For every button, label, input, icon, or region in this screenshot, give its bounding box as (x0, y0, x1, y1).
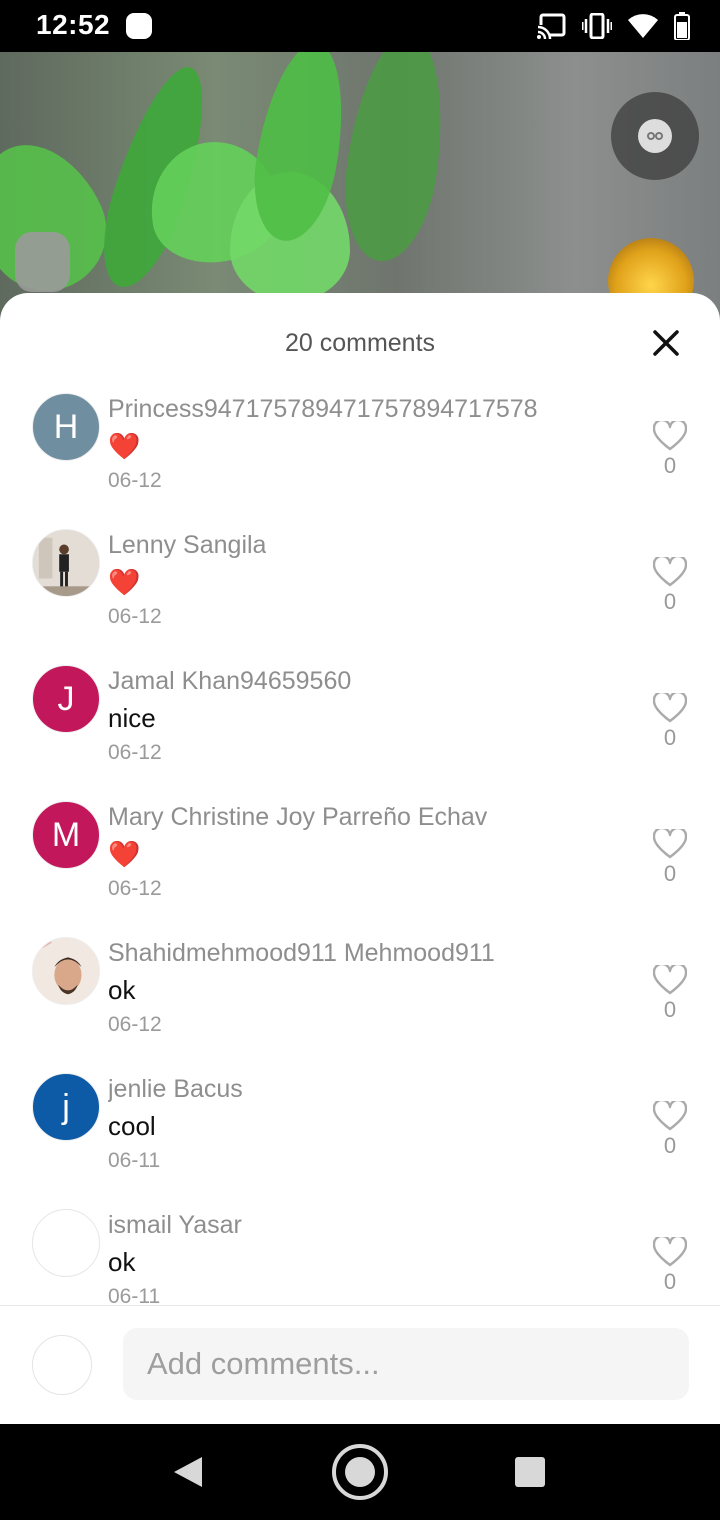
comment-text: ok (108, 1247, 136, 1277)
like-count: 0 (663, 861, 677, 886)
like-count: 0 (663, 997, 677, 1022)
status-bar: 12:52 (0, 0, 720, 52)
heart-outline-icon (653, 557, 687, 587)
comment-author[interactable]: Lenny Sangila (108, 531, 266, 560)
comment-author[interactable]: Jamal Khan94659560 (108, 667, 351, 696)
vibrate-icon (582, 13, 612, 39)
like-button[interactable]: 0 (648, 829, 692, 887)
like-count: 0 (663, 589, 677, 614)
comment-text: ❤️ (108, 567, 141, 597)
comment-text: nice (108, 703, 156, 733)
comment-text: cool (108, 1111, 156, 1141)
comment-date: 06-11 (108, 1285, 161, 1305)
avatar[interactable]: J (32, 665, 100, 733)
heart-outline-icon (653, 693, 687, 723)
comment-author[interactable]: Mary Christine Joy Parreño Echav (108, 803, 487, 832)
avatar-letter: M (51, 815, 81, 854)
status-time: 12:52 (36, 9, 111, 40)
plant-leaf (334, 52, 456, 268)
heart-outline-icon (653, 421, 687, 451)
heart-outline-icon (653, 1237, 687, 1267)
comment-date: 06-11 (108, 1149, 161, 1172)
like-button[interactable]: 0 (648, 693, 692, 751)
battery-icon (674, 12, 690, 40)
comment-item: Lenny Sangila ❤️ 06-12 0 (0, 519, 720, 655)
recents-button[interactable] (508, 1424, 552, 1520)
home-button[interactable] (330, 1424, 390, 1520)
comment-date: 06-12 (108, 605, 162, 628)
comments-title: 20 comments (284, 329, 436, 357)
like-count: 0 (663, 453, 677, 478)
like-count: 0 (663, 1269, 677, 1294)
like-button[interactable]: 0 (648, 1237, 692, 1295)
like-button[interactable]: 0 (648, 1101, 692, 1159)
avatar-letter: j (62, 1087, 70, 1126)
heart-outline-icon (653, 829, 687, 859)
back-button[interactable] (160, 1424, 216, 1520)
comment-author[interactable]: Shahidmehmood911 Mehmood911 (108, 939, 495, 968)
comment-author[interactable]: jenlie Bacus (108, 1075, 243, 1104)
comment-text: ❤️ (108, 839, 141, 869)
notification-icon (126, 13, 152, 39)
comment-date: 06-12 (108, 469, 162, 492)
back-icon (174, 1457, 202, 1487)
comment-text: ❤️ (108, 431, 141, 461)
comment-list[interactable]: H Princess94717578947175789471757​8 ❤️ 0… (0, 383, 720, 1305)
comment-author[interactable]: ismail Yasar (108, 1211, 242, 1240)
recents-icon (515, 1457, 545, 1487)
like-button[interactable]: 0 (648, 421, 692, 479)
home-icon (332, 1444, 388, 1500)
avatar[interactable]: M (32, 801, 100, 869)
current-user-avatar (32, 1335, 92, 1395)
avatar[interactable] (32, 529, 100, 597)
comment-input[interactable] (123, 1328, 689, 1400)
avatar[interactable]: H (32, 393, 100, 461)
comment-date: 06-12 (108, 1013, 162, 1036)
comment-item: ismail Yasar ok 06-11 0 (0, 1199, 720, 1305)
person-photo (33, 530, 99, 596)
comment-item: M Mary Christine Joy Parreño Echav ❤️ 06… (0, 791, 720, 927)
cast-icon (536, 13, 566, 39)
avatar-letter: J (57, 679, 75, 718)
avatar-letter: H (53, 407, 79, 446)
comment-item: J Jamal Khan94659560 nice 06-12 0 (0, 655, 720, 791)
like-button[interactable]: 0 (648, 965, 692, 1023)
comment-item: Shahidmehmood911 Mehmood911 ok 06-12 0 (0, 927, 720, 1063)
like-button[interactable]: 0 (648, 557, 692, 615)
camera-switch-button[interactable] (611, 92, 699, 180)
heart-outline-icon (653, 965, 687, 995)
like-count: 0 (663, 725, 677, 750)
navigation-bar (0, 1424, 720, 1520)
person-photo (33, 938, 99, 1004)
avatar[interactable]: j (32, 1073, 100, 1141)
avatar[interactable] (32, 1209, 100, 1277)
camera-switch-icon (638, 119, 672, 153)
like-count: 0 (663, 1133, 677, 1158)
comments-sheet: 20 comments H Princess947175789471757894… (0, 293, 720, 1424)
video-preview (0, 52, 720, 322)
comment-text: ok (108, 975, 136, 1005)
close-icon (653, 330, 679, 356)
comment-item: H Princess94717578947175789471757​8 ❤️ 0… (0, 383, 720, 519)
avatar[interactable] (32, 937, 100, 1005)
comment-author[interactable]: Princess94717578947175789471757​8 (108, 395, 538, 424)
comment-item: j jenlie Bacus cool 06-11 0 (0, 1063, 720, 1199)
divider (0, 1305, 720, 1306)
heart-outline-icon (653, 1101, 687, 1131)
status-icons (536, 10, 690, 42)
close-button[interactable] (648, 325, 684, 361)
rock (15, 232, 70, 292)
comment-date: 06-12 (108, 877, 162, 900)
comment-date: 06-12 (108, 741, 162, 764)
wifi-icon (628, 14, 658, 38)
